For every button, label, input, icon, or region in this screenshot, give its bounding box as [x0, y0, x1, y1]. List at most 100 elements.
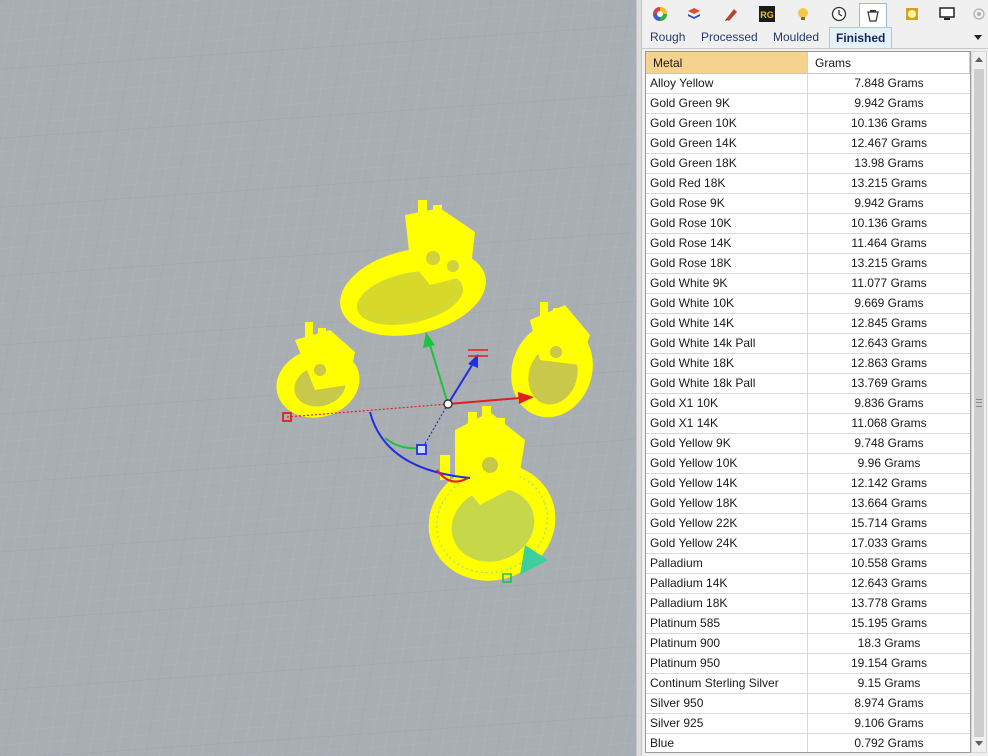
cell-grams[interactable]: 10.136 Grams: [808, 214, 970, 233]
table-row[interactable]: Gold X1 14K 11.068 Grams: [646, 414, 970, 434]
cell-grams[interactable]: 13.769 Grams: [808, 374, 970, 393]
cell-metal[interactable]: Gold Red 18K: [646, 174, 808, 193]
scroll-down-arrow-icon[interactable]: [972, 736, 986, 752]
table-row[interactable]: Gold White 18k Pall 13.769 Grams: [646, 374, 970, 394]
cell-metal[interactable]: Silver 925: [646, 714, 808, 733]
cell-grams[interactable]: 13.664 Grams: [808, 494, 970, 513]
table-row[interactable]: Gold White 10K 9.669 Grams: [646, 294, 970, 314]
cell-metal[interactable]: Gold Yellow 14K: [646, 474, 808, 493]
cell-grams[interactable]: 12.643 Grams: [808, 574, 970, 593]
column-header-metal[interactable]: Metal: [646, 52, 808, 74]
cell-grams[interactable]: 11.077 Grams: [808, 274, 970, 293]
table-row[interactable]: Gold White 14K 12.845 Grams: [646, 314, 970, 334]
table-row[interactable]: Gold Yellow 22K 15.714 Grams: [646, 514, 970, 534]
cell-grams[interactable]: 9.836 Grams: [808, 394, 970, 413]
cell-metal[interactable]: Gold White 14k Pall: [646, 334, 808, 353]
cell-grams[interactable]: 9.15 Grams: [808, 674, 970, 693]
table-row[interactable]: Gold White 18K 12.863 Grams: [646, 354, 970, 374]
cell-grams[interactable]: 13.98 Grams: [808, 154, 970, 173]
cell-grams[interactable]: 12.643 Grams: [808, 334, 970, 353]
cell-metal[interactable]: Blue: [646, 734, 808, 752]
cell-grams[interactable]: 8.974 Grams: [808, 694, 970, 713]
table-row[interactable]: Gold Rose 14K 11.464 Grams: [646, 234, 970, 254]
cell-grams[interactable]: 13.215 Grams: [808, 254, 970, 273]
cell-metal[interactable]: Gold Green 10K: [646, 114, 808, 133]
table-row[interactable]: Gold Yellow 24K 17.033 Grams: [646, 534, 970, 554]
z-scale-handle[interactable]: [416, 444, 427, 455]
cell-metal[interactable]: Gold Yellow 10K: [646, 454, 808, 473]
rg-plugin-icon[interactable]: RG: [757, 4, 777, 24]
cell-grams[interactable]: 13.778 Grams: [808, 594, 970, 613]
cell-grams[interactable]: 17.033 Grams: [808, 534, 970, 553]
table-row[interactable]: Gold Yellow 10K 9.96 Grams: [646, 454, 970, 474]
cell-metal[interactable]: Gold White 10K: [646, 294, 808, 313]
rhino-viewport[interactable]: [0, 0, 636, 756]
cell-grams[interactable]: 19.154 Grams: [808, 654, 970, 673]
cell-grams[interactable]: 9.942 Grams: [808, 194, 970, 213]
table-row[interactable]: Gold Green 9K 9.942 Grams: [646, 94, 970, 114]
table-row[interactable]: Platinum 585 15.195 Grams: [646, 614, 970, 634]
cell-metal[interactable]: Gold Rose 14K: [646, 234, 808, 253]
cell-metal[interactable]: Palladium: [646, 554, 808, 573]
table-row[interactable]: Gold Yellow 18K 13.664 Grams: [646, 494, 970, 514]
table-row[interactable]: Palladium 18K 13.778 Grams: [646, 594, 970, 614]
cell-metal[interactable]: Gold White 14K: [646, 314, 808, 333]
table-row[interactable]: Gold Yellow 14K 12.142 Grams: [646, 474, 970, 494]
table-row[interactable]: Palladium 10.558 Grams: [646, 554, 970, 574]
table-row[interactable]: Gold Red 18K 13.215 Grams: [646, 174, 970, 194]
cell-metal[interactable]: Palladium 18K: [646, 594, 808, 613]
cell-metal[interactable]: Gold Green 18K: [646, 154, 808, 173]
cell-grams[interactable]: 7.848 Grams: [808, 74, 970, 93]
cell-metal[interactable]: Gold Yellow 22K: [646, 514, 808, 533]
cell-metal[interactable]: Platinum 950: [646, 654, 808, 673]
cell-metal[interactable]: Gold White 18k Pall: [646, 374, 808, 393]
table-row[interactable]: Alloy Yellow 7.848 Grams: [646, 74, 970, 94]
cell-metal[interactable]: Gold Rose 9K: [646, 194, 808, 213]
cell-grams[interactable]: 9.106 Grams: [808, 714, 970, 733]
table-row[interactable]: Gold Green 10K 10.136 Grams: [646, 114, 970, 134]
cell-metal[interactable]: Silver 950: [646, 694, 808, 713]
settings-icon[interactable]: [969, 4, 988, 24]
cell-grams[interactable]: 0.792 Grams: [808, 734, 970, 752]
history-icon[interactable]: [829, 4, 849, 24]
color-wheel-icon[interactable]: [650, 4, 670, 24]
cell-metal[interactable]: Gold Rose 18K: [646, 254, 808, 273]
cell-grams[interactable]: 15.714 Grams: [808, 514, 970, 533]
table-row[interactable]: Continum Sterling Silver 9.15 Grams: [646, 674, 970, 694]
cell-grams[interactable]: 9.942 Grams: [808, 94, 970, 113]
cell-grams[interactable]: 9.748 Grams: [808, 434, 970, 453]
tab-menu-dropdown-icon[interactable]: [972, 31, 984, 43]
table-row[interactable]: Gold Green 18K 13.98 Grams: [646, 154, 970, 174]
gems-icon[interactable]: [902, 4, 922, 24]
cell-grams[interactable]: 11.068 Grams: [808, 414, 970, 433]
table-row[interactable]: Silver 950 8.974 Grams: [646, 694, 970, 714]
table-row[interactable]: Gold Rose 18K 13.215 Grams: [646, 254, 970, 274]
cell-metal[interactable]: Alloy Yellow: [646, 74, 808, 93]
cell-grams[interactable]: 12.863 Grams: [808, 354, 970, 373]
viewport-canvas[interactable]: [0, 0, 636, 756]
cell-grams[interactable]: 18.3 Grams: [808, 634, 970, 653]
cell-grams[interactable]: 12.142 Grams: [808, 474, 970, 493]
table-row[interactable]: Gold Rose 9K 9.942 Grams: [646, 194, 970, 214]
table-row[interactable]: Gold White 9K 11.077 Grams: [646, 274, 970, 294]
table-row[interactable]: Silver 925 9.106 Grams: [646, 714, 970, 734]
cell-grams[interactable]: 11.464 Grams: [808, 234, 970, 253]
cell-metal[interactable]: Gold X1 14K: [646, 414, 808, 433]
cell-metal[interactable]: Gold X1 10K: [646, 394, 808, 413]
vertical-scrollbar[interactable]: [971, 51, 987, 753]
cell-metal[interactable]: Gold Yellow 18K: [646, 494, 808, 513]
table-row[interactable]: Platinum 950 19.154 Grams: [646, 654, 970, 674]
tab-moulded[interactable]: Moulded: [767, 27, 825, 48]
cell-metal[interactable]: Palladium 14K: [646, 574, 808, 593]
pen-icon[interactable]: [721, 4, 741, 24]
cell-grams[interactable]: 10.558 Grams: [808, 554, 970, 573]
cell-metal[interactable]: Continum Sterling Silver: [646, 674, 808, 693]
cell-metal[interactable]: Gold White 9K: [646, 274, 808, 293]
cell-metal[interactable]: Gold Yellow 9K: [646, 434, 808, 453]
table-row[interactable]: Blue 0.792 Grams: [646, 734, 970, 752]
tab-processed[interactable]: Processed: [695, 27, 764, 48]
display-icon[interactable]: [937, 4, 957, 24]
table-row[interactable]: Gold Rose 10K 10.136 Grams: [646, 214, 970, 234]
cell-metal[interactable]: Gold Yellow 24K: [646, 534, 808, 553]
table-row[interactable]: Gold White 14k Pall 12.643 Grams: [646, 334, 970, 354]
